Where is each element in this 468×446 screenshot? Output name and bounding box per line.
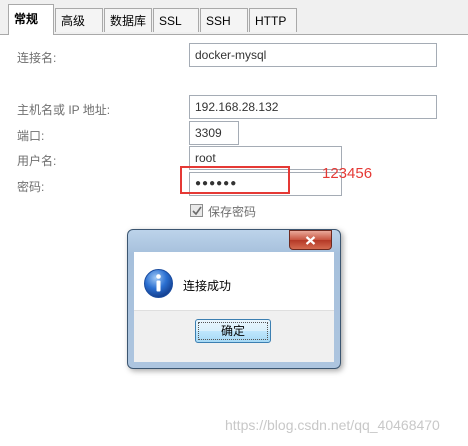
- password-label: 密码:: [17, 180, 45, 194]
- tab-database[interactable]: 数据库: [104, 8, 152, 32]
- host-input[interactable]: 192.168.28.132: [189, 95, 437, 119]
- connection-name-input[interactable]: docker-mysql: [189, 43, 437, 67]
- tab-general[interactable]: 常规: [8, 4, 54, 35]
- tab-http[interactable]: HTTP: [249, 8, 297, 32]
- watermark: https://blog.csdn.net/qq_40468470: [225, 417, 440, 433]
- close-icon: [305, 236, 316, 245]
- tab-ssh[interactable]: SSH: [200, 8, 248, 32]
- save-password-checkbox[interactable]: [190, 204, 203, 217]
- info-icon: [144, 269, 173, 298]
- dialog-message: 连接成功: [183, 279, 232, 293]
- port-input[interactable]: 3309: [189, 121, 239, 145]
- tab-advanced[interactable]: 高级: [55, 8, 103, 32]
- connection-properties-window: 常规 高级 数据库 SSL SSH HTTP 连接名: docker-mysql…: [0, 0, 468, 446]
- focus-outline: [198, 322, 268, 340]
- dialog-close-button[interactable]: [289, 230, 332, 250]
- save-password-label: 保存密码: [208, 205, 257, 219]
- tab-bar: 常规 高级 数据库 SSL SSH HTTP: [0, 0, 468, 35]
- password-highlight-box: [180, 166, 290, 194]
- password-annotation: 123456: [322, 165, 373, 182]
- connection-name-label: 连接名:: [17, 51, 57, 65]
- port-label: 端口:: [17, 129, 45, 143]
- ok-button[interactable]: 确定: [195, 319, 271, 343]
- username-label: 用户名:: [17, 154, 57, 168]
- check-icon: [192, 206, 202, 216]
- host-label: 主机名或 IP 地址:: [17, 103, 111, 117]
- tab-ssl[interactable]: SSL: [153, 8, 199, 32]
